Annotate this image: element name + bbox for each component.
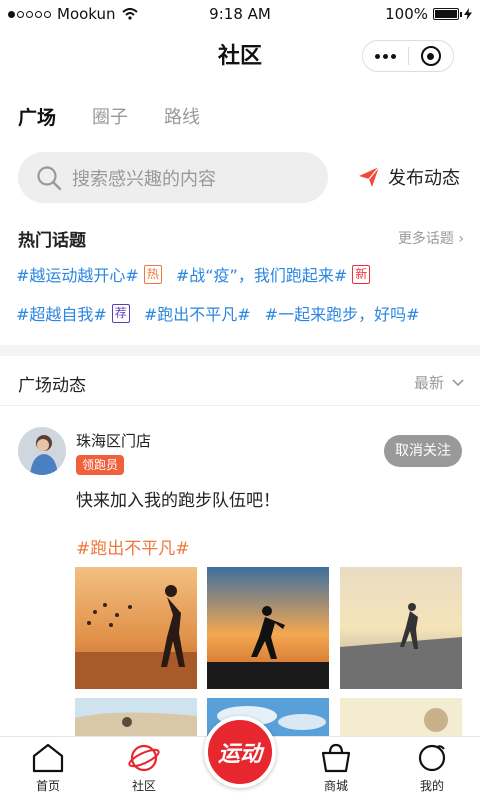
- shopping-bag-icon: [321, 743, 351, 773]
- hot-topics-header: 热门话题 更多话题 ›: [18, 226, 464, 251]
- status-bar: Mookun 9:18 AM 100%: [0, 0, 480, 28]
- topic-row: #超越自我# 荐 #跑出不平凡# #一起来跑步，好吗#: [16, 301, 466, 325]
- tab-circles[interactable]: 圈子: [92, 103, 128, 130]
- paper-plane-icon: [359, 166, 380, 187]
- search-icon: [37, 165, 62, 190]
- profile-icon: [418, 744, 446, 772]
- feed-header: 广场动态 最新: [0, 356, 480, 406]
- new-badge: 新: [352, 264, 371, 284]
- topic-text: #战“疫”，我们跑起来#: [175, 266, 348, 285]
- feed-title: 广场动态: [18, 376, 86, 396]
- sort-dropdown[interactable]: 最新: [414, 372, 464, 393]
- hot-badge: 热: [143, 264, 162, 284]
- post-topic-link[interactable]: #跑出不平凡#: [76, 534, 190, 559]
- home-icon: [32, 743, 64, 773]
- post-photo[interactable]: [75, 698, 197, 736]
- search-placeholder: 搜索感兴趣的内容: [72, 168, 216, 190]
- battery-icon: [433, 8, 462, 20]
- topic-item[interactable]: #一起来跑步，好吗#: [265, 301, 420, 325]
- target-icon: [420, 46, 441, 66]
- recommended-badge: 荐: [111, 303, 130, 323]
- tabbar-item-mall[interactable]: 商城: [306, 743, 366, 794]
- more-menu-button[interactable]: [363, 41, 408, 71]
- tabbar-item-community[interactable]: 社区: [114, 743, 174, 794]
- publish-post-button[interactable]: 发布动态: [358, 164, 460, 190]
- sort-label: 最新: [413, 374, 444, 392]
- tabbar-label: 商城: [323, 779, 348, 793]
- topic-item[interactable]: #越运动越开心# 热: [16, 262, 162, 286]
- author-name[interactable]: 珠海区门店: [76, 430, 151, 451]
- topic-text: #超越自我#: [16, 305, 107, 324]
- publish-label: 发布动态: [388, 168, 460, 189]
- topic-item[interactable]: #跑出不平凡#: [144, 301, 251, 325]
- topic-item[interactable]: #战“疫”，我们跑起来# 新: [175, 262, 371, 286]
- close-mini-program-button[interactable]: [409, 41, 453, 71]
- topic-text: #越运动越开心#: [16, 266, 139, 285]
- sport-center-button[interactable]: 运动: [204, 716, 276, 788]
- more-topics-link[interactable]: 更多话题 ›: [398, 228, 464, 248]
- tab-routes[interactable]: 路线: [164, 103, 200, 130]
- battery-percent: 100%: [385, 5, 428, 23]
- role-badge: 领跑员: [76, 455, 125, 475]
- planet-icon: [128, 744, 160, 772]
- chevron-down-icon: [452, 378, 464, 386]
- post-photo[interactable]: [340, 698, 462, 736]
- topic-text: #跑出不平凡#: [143, 305, 251, 324]
- post-photo[interactable]: [75, 567, 197, 689]
- avatar[interactable]: [18, 427, 66, 475]
- topic-item[interactable]: #超越自我# 荐: [16, 301, 130, 325]
- tabbar-label: 社区: [131, 779, 156, 793]
- tabbar-item-profile[interactable]: 我的: [402, 743, 462, 794]
- post-photo[interactable]: [340, 567, 462, 689]
- tabbar-label: 我的: [419, 779, 444, 793]
- tabbar-label: 首页: [35, 779, 60, 793]
- nav-bar: 社区: [0, 28, 480, 76]
- chevron-right-icon: ›: [458, 231, 464, 247]
- tab-square[interactable]: 广场: [18, 103, 56, 130]
- post-text: 快来加入我的跑步队伍吧！: [76, 491, 280, 511]
- top-tabs: 广场 圈子 路线: [18, 103, 200, 130]
- topic-text: #一起来跑步，好吗#: [264, 305, 420, 324]
- post-photo[interactable]: [207, 567, 329, 689]
- mini-program-capsule: [362, 40, 454, 72]
- more-topics-label: 更多话题: [397, 231, 454, 247]
- hot-topics-title: 热门话题: [18, 231, 86, 251]
- unfollow-button[interactable]: 取消关注: [384, 435, 462, 467]
- charging-icon: [464, 8, 472, 20]
- section-divider: [0, 345, 480, 356]
- tabbar-item-home[interactable]: 首页: [18, 743, 78, 794]
- search-input[interactable]: 搜索感兴趣的内容: [18, 152, 328, 203]
- topic-row: #越运动越开心# 热 #战“疫”，我们跑起来# 新: [16, 262, 466, 286]
